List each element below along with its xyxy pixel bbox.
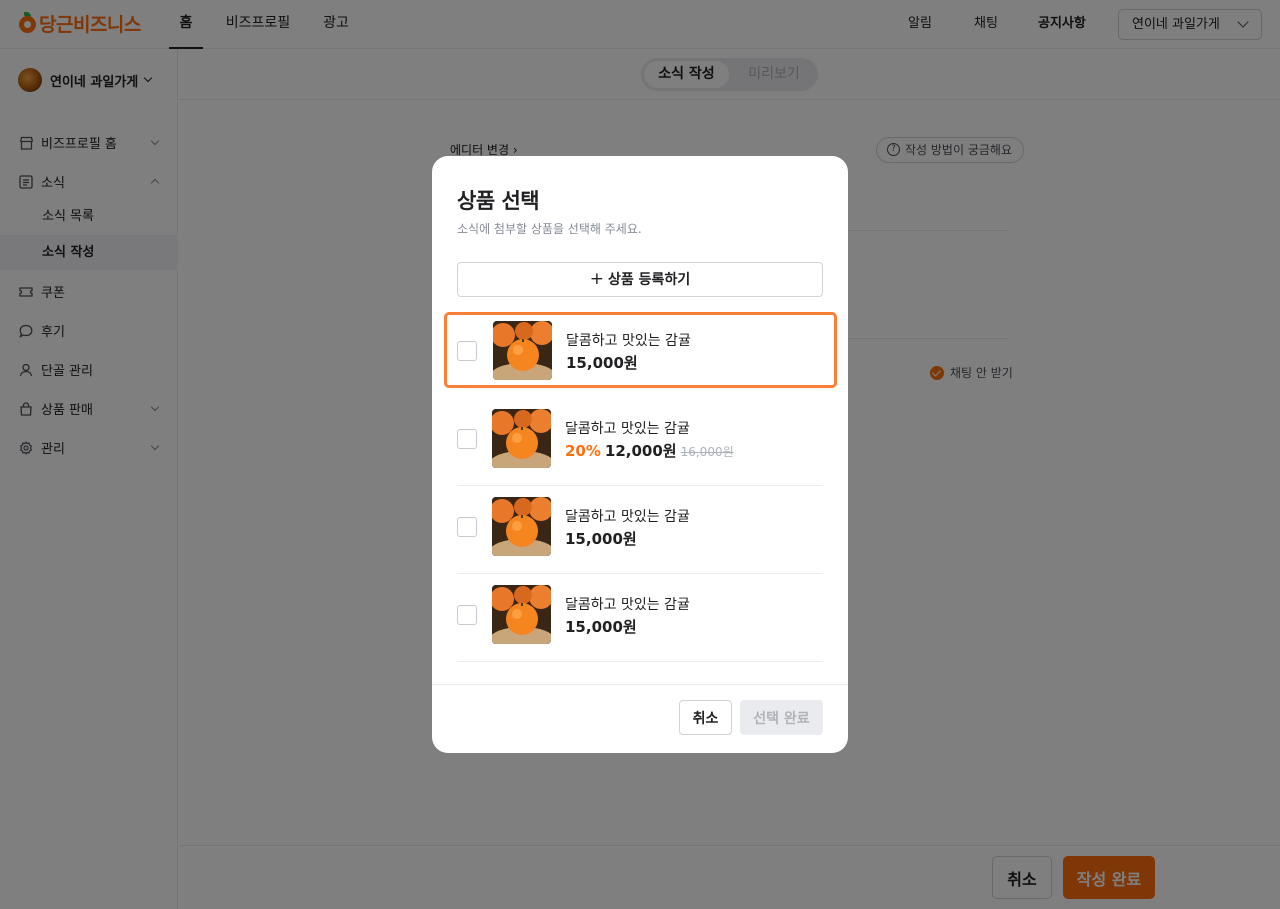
add-product-button[interactable]: + 상품 등록하기 (457, 262, 823, 297)
modal-title: 상품 선택 (457, 189, 540, 213)
product-price: 15,000원 (565, 530, 637, 548)
plus-icon: + (589, 269, 605, 289)
product-item[interactable]: 달콤하고 맛있는 감귤 15,000원 (444, 312, 837, 388)
product-thumbnail (492, 585, 551, 644)
product-price: 12,000원 (604, 442, 677, 460)
discount-rate: 20% (565, 442, 601, 460)
product-select-modal: 상품 선택 소식에 첨부할 상품을 선택해 주세요. + 상품 등록하기 달콤하고… (432, 156, 848, 753)
modal-cancel-button[interactable]: 취소 (679, 700, 732, 735)
divider (432, 684, 848, 685)
divider (457, 661, 823, 662)
product-thumbnail (493, 321, 552, 380)
product-name: 달콤하고 맛있는 감귤 (565, 509, 690, 525)
product-checkbox[interactable] (457, 605, 477, 625)
modal-confirm-button[interactable]: 선택 완료 (740, 700, 823, 735)
product-item[interactable]: 달콤하고 맛있는 감귤 15,000원 (457, 574, 823, 662)
add-product-label: 상품 등록하기 (608, 272, 691, 288)
product-thumbnail (492, 497, 551, 556)
modal-subtitle: 소식에 첨부할 상품을 선택해 주세요. (457, 222, 642, 236)
product-checkbox[interactable] (457, 517, 477, 537)
product-name: 달콤하고 맛있는 감귤 (566, 333, 691, 349)
product-price-row: 20% 12,000원 16,000원 (565, 440, 734, 461)
product-price: 15,000원 (565, 618, 637, 636)
product-item[interactable]: 달콤하고 맛있는 감귤 20% 12,000원 16,000원 (457, 398, 823, 486)
product-thumbnail (492, 409, 551, 468)
product-item[interactable]: 달콤하고 맛있는 감귤 15,000원 (457, 486, 823, 574)
product-name: 달콤하고 맛있는 감귤 (565, 421, 690, 437)
product-checkbox[interactable] (457, 429, 477, 449)
product-name: 달콤하고 맛있는 감귤 (565, 597, 690, 613)
original-price: 16,000원 (680, 445, 734, 459)
product-price: 15,000원 (566, 354, 638, 372)
product-checkbox[interactable] (457, 341, 477, 361)
